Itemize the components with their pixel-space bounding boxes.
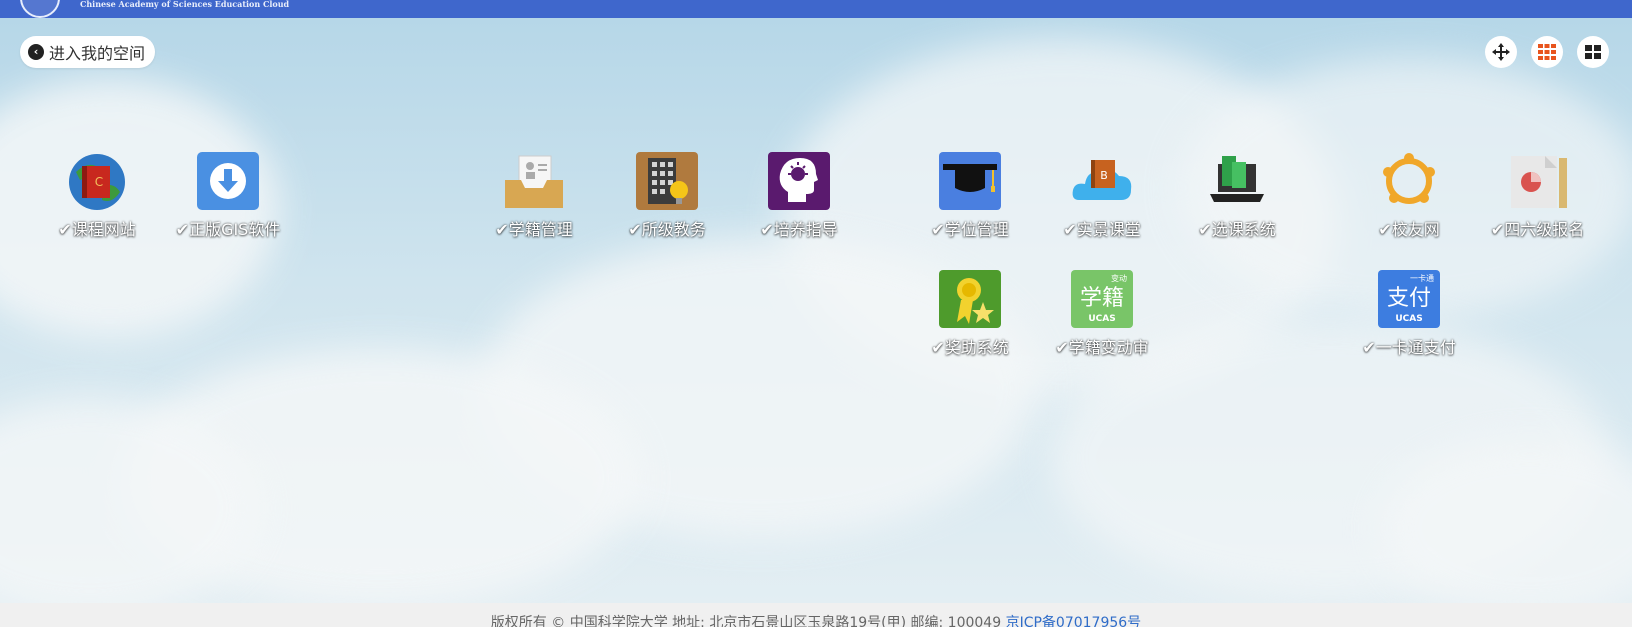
app-alumni-network[interactable]: ✔校友网	[1349, 152, 1469, 240]
app-course-website[interactable]: C ✔课程网站	[37, 152, 157, 240]
globe-book-icon: C	[66, 152, 128, 210]
app-live-classroom[interactable]: B ✔实景课堂	[1042, 152, 1162, 240]
app-status-change-review[interactable]: 变动 学籍 UCAS ✔学籍变动审	[1042, 270, 1162, 358]
footer: 版权所有 © 中国科学院大学 地址: 北京市石景山区玉泉路19号(甲) 邮编: …	[0, 603, 1632, 627]
icon-big-text: 学籍	[1079, 286, 1124, 311]
copyright-text: 版权所有 © 中国科学院大学 地址: 北京市石景山区玉泉路19号(甲) 邮编: …	[490, 615, 1002, 627]
icon-sub-text: UCAS	[1395, 314, 1423, 324]
svg-text:C: C	[95, 175, 103, 189]
head-idea-icon	[768, 152, 830, 210]
chevron-left-circle-icon: ‹	[28, 44, 44, 60]
app-label: 一卡通支付	[1375, 338, 1456, 357]
grid-small-icon	[1538, 44, 1556, 60]
cloud-book-icon: B	[1071, 152, 1133, 210]
app-label: 选课系统	[1211, 220, 1276, 239]
student-status-change-icon: 变动 学籍 UCAS	[1071, 270, 1133, 328]
app-course-selection[interactable]: ✔选课系统	[1177, 152, 1297, 240]
building-icon	[636, 152, 698, 210]
app-label: 四六级报名	[1504, 220, 1585, 239]
graduation-cap-icon	[939, 152, 1001, 210]
small-grid-view-button[interactable]	[1531, 36, 1563, 68]
award-ribbon-icon	[939, 270, 1001, 328]
app-student-status-management[interactable]: ✔学籍管理	[474, 152, 594, 240]
app-label: 学籍管理	[508, 220, 573, 239]
header-subtitle: Chinese Academy of Sciences Education Cl…	[80, 0, 290, 9]
svg-text:B: B	[1100, 169, 1108, 182]
grid-large-icon	[1585, 45, 1601, 59]
download-icon	[197, 152, 259, 210]
enter-my-space-label: 进入我的空间	[49, 44, 146, 63]
file-tray-icon	[503, 152, 565, 210]
app-institute-academic-affairs[interactable]: ✔所级教务	[607, 152, 727, 240]
app-label: 奖助系统	[944, 338, 1009, 357]
app-cet-registration[interactable]: ✔四六级报名	[1480, 152, 1595, 240]
app-label: 课程网站	[71, 220, 136, 239]
ucas-logo[interactable]	[20, 0, 60, 18]
app-label: 学籍变动审	[1068, 338, 1149, 357]
app-gis-software[interactable]: ✔正版GIS软件	[169, 152, 287, 240]
icp-link[interactable]: 京ICP备07017956号	[1006, 615, 1142, 627]
top-header-bar: Chinese Academy of Sciences Education Cl…	[0, 0, 1632, 18]
people-circle-icon	[1378, 152, 1440, 210]
app-label: 校友网	[1391, 220, 1440, 239]
app-label: 实景课堂	[1076, 220, 1141, 239]
laptop-books-icon	[1206, 152, 1268, 210]
app-campus-card-payment[interactable]: 一卡通 支付 UCAS ✔一卡通支付	[1349, 270, 1469, 358]
move-layout-button[interactable]	[1485, 36, 1517, 68]
icon-sub-text: UCAS	[1088, 314, 1116, 324]
move-icon	[1492, 43, 1510, 61]
app-label: 学位管理	[944, 220, 1009, 239]
app-label: 正版GIS软件	[189, 220, 281, 239]
app-degree-management[interactable]: ✔学位管理	[910, 152, 1030, 240]
large-grid-view-button[interactable]	[1577, 36, 1609, 68]
enter-my-space-button[interactable]: ‹ 进入我的空间	[20, 36, 156, 68]
app-training-guidance[interactable]: ✔培养指导	[739, 152, 859, 240]
report-chart-icon	[1507, 152, 1569, 210]
campus-card-pay-icon: 一卡通 支付 UCAS	[1378, 270, 1440, 328]
app-label: 所级教务	[641, 220, 706, 239]
app-award-aid-system[interactable]: ✔奖助系统	[910, 270, 1030, 358]
icon-big-text: 支付	[1386, 286, 1431, 311]
app-label: 培养指导	[773, 220, 838, 239]
